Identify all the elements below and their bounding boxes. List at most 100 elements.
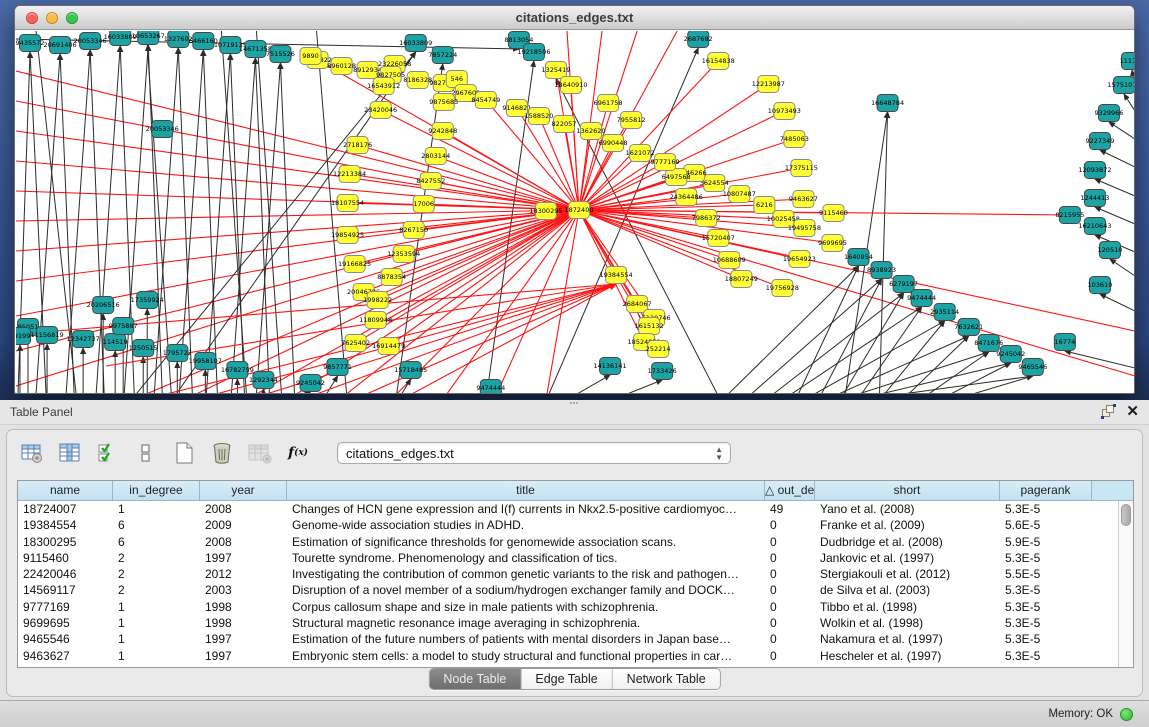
tab-edge-table[interactable]: Edge Table <box>521 669 612 689</box>
select-rows-icon[interactable] <box>95 440 121 466</box>
tab-node-table[interactable]: Node Table <box>429 669 521 689</box>
table-row[interactable]: 1872400712008Changes of HCN gene express… <box>18 501 1133 517</box>
function-icon[interactable]: f(x) <box>285 440 311 466</box>
graph-node-label: 9242848 <box>428 127 457 135</box>
cell-name: 19384554 <box>18 517 113 533</box>
column-header-pagerank[interactable]: pagerank <box>1000 481 1092 500</box>
graph-node-label: 7986372 <box>692 214 721 222</box>
zoom-window-button[interactable] <box>66 12 78 24</box>
cell-out_degree: 0 <box>765 517 815 533</box>
cell-title: Estimation of the future numbers of pati… <box>287 631 765 647</box>
graph-node-label: 9975887 <box>109 322 138 330</box>
table-row[interactable]: 969969511998Structural magnetic resonanc… <box>18 615 1133 631</box>
minimize-window-button[interactable] <box>46 12 58 24</box>
graph-edge <box>16 131 579 210</box>
graph-node-label: 19384554 <box>600 271 633 279</box>
graph-node-label: 120510 <box>1098 246 1123 254</box>
cell-out_degree: 0 <box>765 599 815 615</box>
graph-node-label: 9474444 <box>907 294 936 302</box>
table-row[interactable]: 946554611997Estimation of the future num… <box>18 631 1133 647</box>
graph-node-label: 2684067 <box>623 300 652 308</box>
column-header-name[interactable]: name <box>18 481 113 500</box>
graph-node-label: 16914479 <box>372 342 405 350</box>
graph-node-label: 10688609 <box>713 256 746 264</box>
graph-node-label: 23420046 <box>364 106 397 114</box>
graph-edge <box>305 392 311 394</box>
network-view[interactable]: 1872400271817692428482803144122133848427… <box>16 31 1135 394</box>
graph-edge <box>402 379 411 394</box>
column-header-out_degree[interactable]: △ out_de... <box>765 481 815 500</box>
graph-node-label: 1872400 <box>565 206 594 214</box>
cell-pagerank: 5.5E-5 <box>1000 566 1092 582</box>
graph-node-label: 8454749 <box>471 96 500 104</box>
cell-short: Yano et al. (2008) <box>815 501 1000 517</box>
network-window: citations_edges.txt 18724002718176924284… <box>14 5 1135 394</box>
table-settings-icon[interactable] <box>19 440 45 466</box>
table-row[interactable]: 977716911998Corpus callosum shape and si… <box>18 599 1133 615</box>
column-header-short[interactable]: short <box>815 481 1000 500</box>
cell-pagerank: 5.9E-5 <box>1000 534 1092 550</box>
graph-node-label: 2718176 <box>343 141 372 149</box>
table-row[interactable]: 1830029562008Estimation of significance … <box>18 534 1133 550</box>
graph-node-label: 9777169 <box>651 158 680 166</box>
graph-node-label: 1640954 <box>844 253 873 261</box>
close-window-button[interactable] <box>26 12 38 24</box>
graph-node-label: 20053346 <box>146 125 179 133</box>
table-body: 1872400712008Changes of HCN gene express… <box>18 501 1133 664</box>
graph-edge <box>436 156 579 210</box>
tab-network-table[interactable]: Network Table <box>613 669 720 689</box>
scrollbar-thumb[interactable] <box>1121 504 1131 526</box>
float-panel-icon[interactable] <box>1101 404 1116 419</box>
cell-short: Tibbo et al. (1998) <box>815 599 1000 615</box>
graph-node-label: 8878354 <box>377 273 406 281</box>
network-canvas[interactable]: 1872400271817692428482803144122133848427… <box>16 31 1135 394</box>
close-panel-icon[interactable]: ✕ <box>1126 404 1139 419</box>
cell-short: Jankovic et al. (1997) <box>815 550 1000 566</box>
cell-in_degree: 1 <box>113 501 200 517</box>
column-header-year[interactable]: year <box>200 481 287 500</box>
table-panel: Table Panel ✕ <box>0 400 1149 700</box>
cell-name: 9115460 <box>18 550 113 566</box>
table-row[interactable]: 1456911722003Disruption of a novel membe… <box>18 582 1133 598</box>
graph-edge <box>571 85 579 210</box>
graph-node-label: 7625402 <box>341 339 370 347</box>
table-row[interactable]: 911546021997Tourette syndrome. Phenomeno… <box>18 550 1133 566</box>
node-table: namein_degreeyeartitle△ out_de...shortpa… <box>17 480 1134 668</box>
cell-pagerank: 5.3E-5 <box>1000 501 1092 517</box>
cell-in_degree: 1 <box>113 631 200 647</box>
row-height-icon[interactable] <box>133 440 159 466</box>
delete-icon[interactable] <box>209 440 235 466</box>
graph-edge <box>179 50 203 394</box>
splitter-handle[interactable] <box>569 401 579 406</box>
table-scrollbar[interactable] <box>1118 501 1133 668</box>
cell-in_degree: 6 <box>113 534 200 550</box>
cell-title: Investigating the contribution of common… <box>287 566 765 582</box>
graph-edge <box>881 363 1011 394</box>
new-file-icon[interactable] <box>171 440 197 466</box>
column-header-in_degree[interactable]: in_degree <box>113 481 200 500</box>
table-selector-dropdown[interactable]: citations_edges.txt ▲▼ <box>337 442 731 464</box>
column-header-title[interactable]: title <box>287 481 765 500</box>
graph-node-label: 252214 <box>646 345 671 353</box>
cell-title: Embryonic stem cells: a model to study s… <box>287 648 765 664</box>
graph-node-label: 9875685 <box>429 98 458 106</box>
graph-edge <box>903 376 1033 394</box>
graph-node-label: 1292344 <box>249 376 278 384</box>
graph-edge <box>230 54 244 394</box>
graph-node-label: 15720407 <box>702 234 735 242</box>
table-row[interactable]: 2242004622012Investigating the contribut… <box>18 566 1133 582</box>
graph-node-label: 11156819 <box>30 331 63 339</box>
cell-year: 1998 <box>200 599 287 615</box>
cell-title: Genome-wide association studies in ADHD. <box>287 517 765 533</box>
cell-title: Changes of HCN gene expression and I(f) … <box>287 501 765 517</box>
graph-node-label: 9699695 <box>818 239 847 247</box>
table-row[interactable]: 946362711997Embryonic stem cells: a mode… <box>18 648 1133 664</box>
cell-pagerank: 5.3E-5 <box>1000 582 1092 598</box>
graph-node-label: 10653267 <box>132 32 165 40</box>
graph-node-label: 9463627 <box>789 195 818 203</box>
cell-pagerank: 5.3E-5 <box>1000 550 1092 566</box>
show-columns-icon[interactable] <box>57 440 83 466</box>
graph-node-label: 8471676 <box>974 339 1003 347</box>
table-row[interactable]: 1938455462009Genome-wide association stu… <box>18 517 1133 533</box>
graph-node-label: 39199 <box>16 332 30 340</box>
